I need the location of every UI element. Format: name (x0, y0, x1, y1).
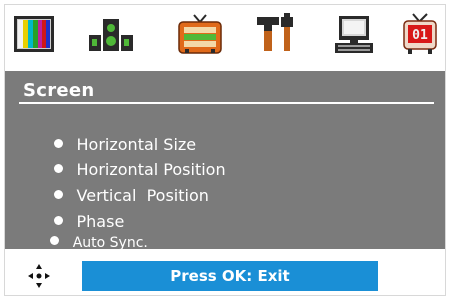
menu-item-vertical-position[interactable]: Vertical Position (23, 167, 209, 205)
tab-setup[interactable] (255, 13, 297, 59)
exit-hint-bar[interactable]: Press OK: Exit (82, 261, 378, 291)
menu-item-phase[interactable]: Phase (23, 193, 124, 231)
menu-item-auto-sync[interactable]: Auto Sync. (23, 219, 148, 251)
menu-item-horizontal-size[interactable]: Horizontal Size (23, 116, 196, 154)
bullet-icon (49, 236, 59, 245)
tab-picture[interactable] (13, 15, 55, 57)
title-divider (19, 102, 434, 104)
tab-sound[interactable] (87, 15, 133, 57)
tab-tv[interactable] (177, 13, 223, 59)
tab-timer[interactable]: 01 (401, 12, 439, 60)
four-way-arrow-icon (28, 264, 50, 288)
menu-title: Screen (23, 80, 95, 101)
speakers-icon (89, 19, 133, 51)
navigation-hint (25, 261, 53, 291)
timer-digits: 01 (412, 28, 428, 43)
menu-item-label: Auto Sync. (72, 235, 148, 251)
osd-menu: 01 Screen Horizontal Size Horizontal Pos… (4, 4, 446, 296)
category-icon-bar: 01 (5, 5, 445, 71)
tv-icon (178, 14, 222, 54)
menu-item-horizontal-position[interactable]: Horizontal Position (23, 141, 226, 179)
screen-menu-panel: Screen Horizontal Size Horizontal Positi… (5, 71, 445, 251)
clock-tv-icon: 01 (403, 13, 437, 54)
color-bars-icon (14, 16, 54, 52)
computer-icon (335, 16, 373, 53)
tools-icon (257, 13, 293, 51)
tab-pc[interactable] (333, 15, 377, 59)
